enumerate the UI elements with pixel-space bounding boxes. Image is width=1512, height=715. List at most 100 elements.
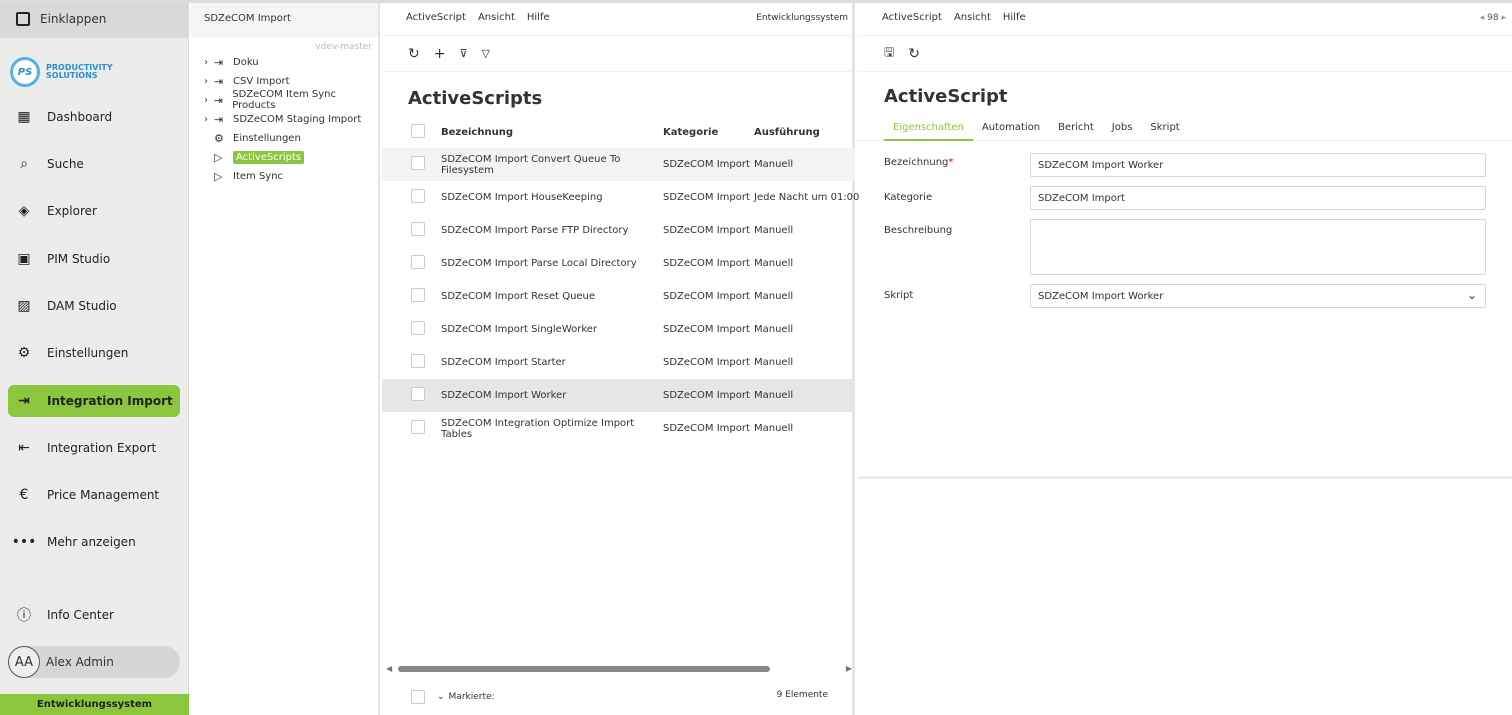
list-toolbar: ↻ + ⊽ ▽ xyxy=(382,36,852,72)
detail-tabs: Eigenschaften Automation Bericht Jobs Sk… xyxy=(884,118,1189,141)
chevron-right-icon[interactable]: › xyxy=(204,95,214,106)
nav-more[interactable]: ••• Mehr anzeigen xyxy=(8,526,180,558)
scrollbar-thumb[interactable] xyxy=(398,666,770,672)
row-checkbox[interactable] xyxy=(411,288,425,302)
cell-kategorie: SDZeCOM Import xyxy=(663,390,750,401)
row-checkbox[interactable] xyxy=(411,321,425,335)
cell-ausfuehrung: Manuell xyxy=(754,423,794,434)
save-icon[interactable]: 🖫 xyxy=(884,43,894,64)
tab-bericht[interactable]: Bericht xyxy=(1049,118,1103,141)
environment-banner: Entwicklungssystem xyxy=(0,694,189,715)
menu-hilfe[interactable]: Hilfe xyxy=(1003,12,1026,23)
row-checkbox[interactable] xyxy=(411,156,425,170)
chevron-right-icon[interactable]: › xyxy=(204,114,214,125)
tree-node-einstellungen[interactable]: ⚙ Einstellungen xyxy=(204,130,301,146)
version-label: vdev-master xyxy=(315,42,372,52)
cell-ausfuehrung: Manuell xyxy=(754,225,794,236)
table-row[interactable]: SDZeCOM Import HouseKeeping SDZeCOM Impor… xyxy=(382,181,860,214)
menu-activescript[interactable]: ActiveScript xyxy=(406,12,466,23)
menu-activescript[interactable]: ActiveScript xyxy=(882,12,942,23)
filter-icon[interactable]: ▽ xyxy=(482,47,490,60)
import-icon: ⇥ xyxy=(214,55,224,69)
chevron-down-icon[interactable]: ⌄ xyxy=(1467,288,1477,302)
category-input[interactable]: SDZeCOM Import xyxy=(1030,186,1486,210)
cell-ausfuehrung: Manuell xyxy=(754,357,794,368)
tree-node-csv-import[interactable]: › ⇥ CSV Import xyxy=(204,73,290,89)
image-icon: ▨ xyxy=(17,298,31,314)
cell-bezeichnung: SDZeCOM Import Starter xyxy=(441,357,566,368)
script-select[interactable]: SDZeCOM Import Worker ⌄ xyxy=(1030,284,1486,308)
tree-node-activescripts[interactable]: ▷ ActiveScripts xyxy=(204,149,305,165)
row-checkbox[interactable] xyxy=(411,255,425,269)
select-all-checkbox[interactable] xyxy=(411,124,425,138)
cell-bezeichnung: SDZeCOM Integration Optimize Import Tabl… xyxy=(441,417,635,440)
tab-jobs[interactable]: Jobs xyxy=(1103,118,1142,141)
filter-clear-icon[interactable]: ⊽ xyxy=(459,47,467,60)
menu-ansicht[interactable]: Ansicht xyxy=(954,12,991,23)
cell-ausfuehrung: Manuell xyxy=(754,390,794,401)
cell-kategorie: SDZeCOM Import xyxy=(663,258,750,269)
row-checkbox[interactable] xyxy=(411,387,425,401)
environment-label: Entwicklungssystem xyxy=(756,12,848,23)
row-checkbox[interactable] xyxy=(411,420,425,434)
refresh-icon[interactable]: ↻ xyxy=(408,46,420,62)
nav-explorer[interactable]: ◈ Explorer xyxy=(8,195,180,227)
tree-node-doku[interactable]: › ⇥ Doku xyxy=(204,54,259,70)
collapse-button[interactable]: Einklappen xyxy=(0,0,189,38)
next-icon[interactable]: ▸ xyxy=(1501,13,1506,23)
description-textarea[interactable] xyxy=(1030,219,1486,275)
row-checkbox[interactable] xyxy=(411,354,425,368)
table-row[interactable]: SDZeCOM Import Reset Queue SDZeCOM Import… xyxy=(382,280,855,313)
tab-eigenschaften[interactable]: Eigenschaften xyxy=(884,118,973,141)
row-checkbox[interactable] xyxy=(411,222,425,236)
table-row[interactable]: SDZeCOM Integration Optimize Import Tabl… xyxy=(382,412,855,445)
import-icon: ⇥ xyxy=(214,112,224,126)
tree-panel: SDZeCOM Import vdev-master › ⇥ Doku › ⇥ CSV … xyxy=(190,0,380,715)
footer-checkbox[interactable] xyxy=(411,690,425,704)
more-icon: ••• xyxy=(11,534,37,550)
menu-hilfe[interactable]: Hilfe xyxy=(527,12,550,23)
nav-integration-export[interactable]: ⇤ Integration Export xyxy=(8,432,180,464)
refresh-icon[interactable]: ↻ xyxy=(908,46,920,62)
tab-skript[interactable]: Skript xyxy=(1141,118,1188,141)
pim-icon: ▣ xyxy=(17,251,31,267)
nav-info-center[interactable]: ⓘ Info Center xyxy=(8,599,180,631)
table-row[interactable]: SDZeCOM Import Convert Queue To Filesyst… xyxy=(382,148,855,181)
name-input[interactable]: SDZeCOM Import Worker xyxy=(1030,153,1486,177)
prev-icon[interactable]: ◂ xyxy=(1480,13,1485,23)
table-row[interactable]: SDZeCOM Import Parse Local Directory SDZe… xyxy=(382,247,855,280)
tab-automation[interactable]: Automation xyxy=(973,118,1049,141)
play-icon: ▷ xyxy=(214,169,223,183)
pager: ◂ 98 ▸ xyxy=(1479,12,1506,23)
table-row[interactable]: SDZeCOM Import SingleWorker SDZeCOM Impor… xyxy=(382,313,855,346)
add-icon[interactable]: + xyxy=(434,46,446,62)
menu-ansicht[interactable]: Ansicht xyxy=(478,12,515,23)
nav-integration-import[interactable]: ⇥ Integration Import xyxy=(8,385,180,417)
horizontal-scrollbar[interactable]: ◀ ▶ xyxy=(386,664,852,674)
description-label: Beschreibung xyxy=(884,225,953,236)
tree-node-item-sync[interactable]: ▷ Item Sync xyxy=(204,168,283,184)
tree-node-staging-import[interactable]: › ⇥ SDZeCOM Staging Import xyxy=(204,111,361,127)
chevron-right-icon[interactable]: › xyxy=(204,76,214,87)
chevron-down-icon[interactable]: ⌄ xyxy=(437,692,445,702)
item-count: 9 Elemente xyxy=(776,690,828,700)
play-icon: ▷ xyxy=(214,150,223,164)
table-row[interactable]: SDZeCOM Import Parse FTP Directory SDZeCO… xyxy=(382,214,855,247)
row-checkbox[interactable] xyxy=(411,189,425,203)
nav-einstellungen[interactable]: ⚙ Einstellungen xyxy=(8,337,180,369)
cell-bezeichnung: SDZeCOM Import HouseKeeping xyxy=(441,192,603,203)
table-row[interactable]: SDZeCOM Import Worker SDZeCOM Import Manue… xyxy=(382,379,855,412)
nav-price-management[interactable]: € Price Management xyxy=(8,479,180,511)
chevron-right-icon[interactable]: › xyxy=(204,57,214,68)
nav-dashboard[interactable]: ▦ Dashboard xyxy=(8,101,180,133)
cell-kategorie: SDZeCOM Import xyxy=(663,225,750,236)
cell-ausfuehrung: Jede Nacht um 01:00 xyxy=(754,192,860,203)
panel-divider[interactable] xyxy=(858,476,1512,479)
table-row[interactable]: SDZeCOM Import Starter SDZeCOM Import Manu… xyxy=(382,346,855,379)
nav-pim-studio[interactable]: ▣ PIM Studio xyxy=(8,243,180,275)
nav-dam-studio[interactable]: ▨ DAM Studio xyxy=(8,290,180,322)
nav-suche[interactable]: ⌕ Suche xyxy=(8,148,180,180)
cell-kategorie: SDZeCOM Import xyxy=(663,159,750,170)
tree-node-item-sync-products[interactable]: › ⇥ SDZeCOM Item Sync Products xyxy=(204,89,378,111)
user-menu[interactable]: AA Alex Admin xyxy=(8,646,180,678)
